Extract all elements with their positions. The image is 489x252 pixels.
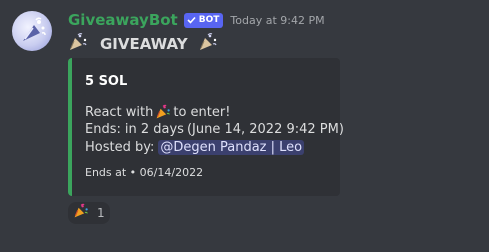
check-icon (187, 16, 196, 24)
message-timestamp[interactable]: Today at 9:42 PM (230, 14, 324, 27)
react-prefix: React with (85, 104, 154, 120)
ends-line: Ends: in 2 days ( June 14, 2022 9:42 PM … (85, 122, 344, 137)
bot-badge-label: BOT (198, 15, 220, 25)
party-popper-icon (155, 104, 171, 120)
username[interactable]: GiveawayBot (68, 11, 178, 29)
hosted-label: Hosted by: (85, 140, 155, 155)
message-header: GiveawayBot BOT Today at 9:42 PM (68, 10, 325, 30)
reaction-count: 1 (97, 206, 105, 220)
bot-badge: BOT (183, 12, 224, 28)
discord-message: GiveawayBot BOT Today at 9:42 PM GIVEAWA… (0, 0, 489, 252)
reaction-button[interactable]: 1 (68, 202, 110, 224)
ends-close-paren: ) (338, 122, 344, 137)
giveaway-title-line: GIVEAWAY (68, 33, 218, 55)
party-popper-icon (198, 32, 218, 56)
react-suffix: to enter! (173, 104, 231, 120)
party-popper-icon (68, 32, 88, 56)
ends-label: Ends: (85, 122, 121, 137)
ends-absolute: June 14, 2022 9:42 PM (192, 122, 339, 137)
react-instruction: React with to enter! (85, 104, 230, 120)
embed-title: 5 SOL (85, 74, 128, 89)
party-popper-icon (73, 203, 89, 223)
hosted-line: Hosted by: @Degen Pandaz | Leo (85, 140, 305, 155)
giveaway-title: GIVEAWAY (100, 35, 188, 53)
embed-footer: Ends at • 06/14/2022 (85, 166, 204, 179)
host-mention[interactable]: @Degen Pandaz | Leo (158, 140, 305, 155)
giveaway-embed: 5 SOL React with to enter! Ends: in 2 da… (68, 58, 344, 196)
bot-avatar[interactable] (12, 11, 52, 51)
ends-relative[interactable]: in 2 days (125, 122, 184, 137)
